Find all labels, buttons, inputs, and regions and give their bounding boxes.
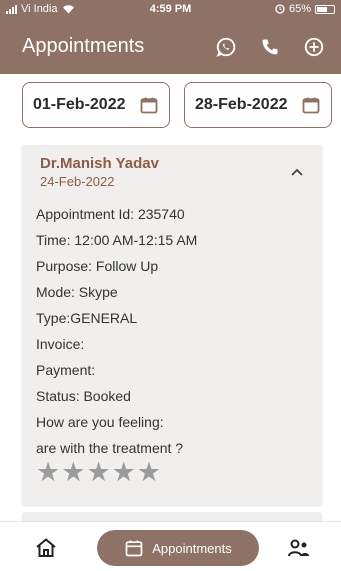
- rating-stars[interactable]: ★ ★ ★ ★ ★: [36, 459, 161, 486]
- bottom-nav: Appointments: [0, 521, 341, 571]
- star-icon[interactable]: ★: [112, 459, 136, 486]
- star-icon[interactable]: ★: [36, 459, 60, 486]
- from-date-picker[interactable]: 01-Feb-2022: [22, 82, 170, 128]
- calendar-icon: [302, 97, 320, 114]
- star-icon[interactable]: ★: [61, 459, 85, 486]
- detail-line: Status: Booked: [36, 388, 131, 404]
- star-icon[interactable]: ★: [86, 459, 110, 486]
- to-date-value: 28-Feb-2022: [195, 96, 288, 113]
- detail-line: How are you feeling:: [36, 414, 164, 430]
- status-bar: Vi India 4:59 PM 65%: [0, 0, 341, 20]
- chevron-up-icon[interactable]: [290, 167, 304, 177]
- detail-line: Purpose: Follow Up: [36, 258, 159, 274]
- alarm-icon: [275, 4, 285, 14]
- appointment-card: Dr.Manish Yadav 24-Feb-2022 Appointment …: [22, 145, 322, 505]
- page-title: Appointments: [22, 35, 145, 57]
- people-icon[interactable]: [287, 536, 311, 560]
- calendar-icon: [140, 97, 158, 114]
- detail-line: Appointment Id: 235740: [36, 206, 185, 222]
- status-right: 65%: [275, 3, 335, 15]
- phone-icon[interactable]: [257, 34, 283, 60]
- nav-appointments-label: Appointments: [152, 540, 232, 556]
- detail-line: Invoice:: [36, 336, 85, 352]
- to-date-picker[interactable]: 28-Feb-2022: [184, 82, 332, 128]
- app-bar: Appointments: [0, 20, 341, 74]
- appointment-details: Appointment Id: 235740 Time: 12:00 AM-12…: [36, 205, 316, 465]
- star-icon[interactable]: ★: [137, 459, 161, 486]
- detail-line: Type:GENERAL: [36, 310, 138, 326]
- whatsapp-icon[interactable]: [213, 34, 239, 60]
- detail-line: Time: 12:00 AM-12:15 AM: [36, 232, 198, 248]
- battery-icon: [315, 4, 335, 14]
- battery-percent: 65%: [288, 3, 311, 15]
- from-date-value: 01-Feb-2022: [33, 96, 126, 113]
- home-icon[interactable]: [34, 536, 58, 560]
- detail-line: Payment:: [36, 362, 96, 378]
- doctor-name: Dr.Manish Yadav: [40, 155, 159, 172]
- calendar-icon: [125, 540, 143, 557]
- nav-appointments-button[interactable]: Appointments: [97, 530, 259, 566]
- detail-line: Mode: Skype: [36, 284, 118, 300]
- add-icon[interactable]: [301, 34, 327, 60]
- appointment-date: 24-Feb-2022: [40, 174, 115, 189]
